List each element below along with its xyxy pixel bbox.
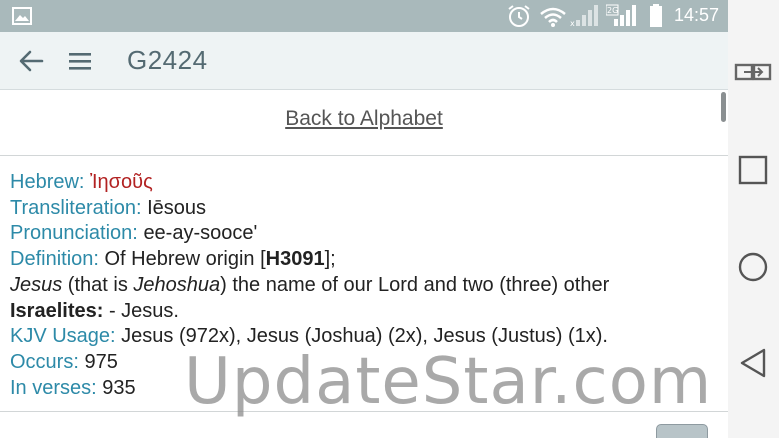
kjv-usage-value: Jesus (972x), Jesus (Joshua) (2x), Jesus… [121, 325, 608, 348]
menu-icon[interactable] [68, 50, 92, 72]
dual-window-icon[interactable] [734, 55, 772, 93]
hebrew-value: Ἰησοῦς [90, 171, 153, 193]
content-area[interactable]: Back to Alphabet Hebrew: Ἰησοῦς Translit… [0, 90, 728, 438]
status-icons: x 2G [506, 4, 666, 28]
kjv-usage-label: KJV Usage: [10, 325, 116, 348]
definition-jesus: Jesus [10, 273, 63, 296]
status-bar: x 2G 14:57 [0, 0, 728, 32]
system-nav-bar [728, 0, 779, 438]
pronunciation-label: Pronunciation: [10, 222, 138, 245]
battery-icon [650, 4, 662, 27]
status-time: 14:57 [674, 5, 720, 25]
definition-row: Definition: Of Hebrew origin [H3091]; [10, 247, 715, 273]
definition-line-3: Israelites: - Jesus. [10, 299, 715, 325]
verses-value: 935 [102, 376, 136, 399]
svg-text:x: x [570, 19, 575, 28]
signal-icon: x [570, 5, 598, 28]
watermark: UpdateStar.com [184, 345, 713, 419]
transliteration-row: Transliteration: Iēsous [10, 196, 715, 222]
hebrew-label: Hebrew: [10, 171, 85, 193]
definition-jehoshua: Jehoshua [133, 273, 221, 296]
occurs-label: Occurs: [10, 350, 79, 373]
recents-square-icon[interactable] [734, 152, 772, 190]
hebrew-row: Hebrew: Ἰησοῦς [10, 170, 715, 196]
scrollbar-thumb[interactable] [721, 92, 726, 122]
signal-2g-icon: 2G [606, 4, 636, 26]
pronunciation-value: ee-ay-sooce' [143, 222, 258, 245]
image-icon [12, 7, 32, 25]
page-title: G2424 [127, 45, 208, 75]
definition-line-2: Jesus (that is Jehoshua) the name of our… [10, 273, 715, 299]
definition-prefix: Of Hebrew origin [ [104, 248, 266, 271]
verses-label: In verses: [10, 376, 97, 399]
home-circle-icon[interactable] [734, 248, 772, 286]
transliteration-label: Transliteration: [10, 196, 142, 219]
wifi-icon [540, 7, 566, 27]
partial-button[interactable] [656, 424, 708, 438]
pronunciation-row: Pronunciation: ee-ay-sooce' [10, 221, 715, 247]
transliteration-value: Iēsous [147, 196, 207, 219]
back-to-alphabet-link[interactable]: Back to Alphabet [0, 107, 728, 131]
definition-suffix: ]; [324, 248, 336, 271]
alarm-icon [508, 5, 530, 27]
back-link-section: Back to Alphabet [0, 90, 728, 156]
definition-jesus-end: - Jesus. [103, 299, 179, 322]
hebrew-reference-link[interactable]: H3091 [266, 248, 325, 270]
svg-text:2G: 2G [607, 6, 618, 15]
definition-label: Definition: [10, 248, 99, 271]
occurs-value: 975 [84, 350, 118, 373]
back-arrow-icon[interactable] [18, 49, 44, 73]
definition-rest: ) the name of our Lord and two (three) o… [220, 273, 610, 296]
definition-israelites: Israelites: [10, 299, 104, 322]
back-triangle-icon[interactable] [734, 344, 772, 382]
app-bar: G2424 [0, 32, 728, 90]
definition-mid: (that is [62, 273, 134, 296]
